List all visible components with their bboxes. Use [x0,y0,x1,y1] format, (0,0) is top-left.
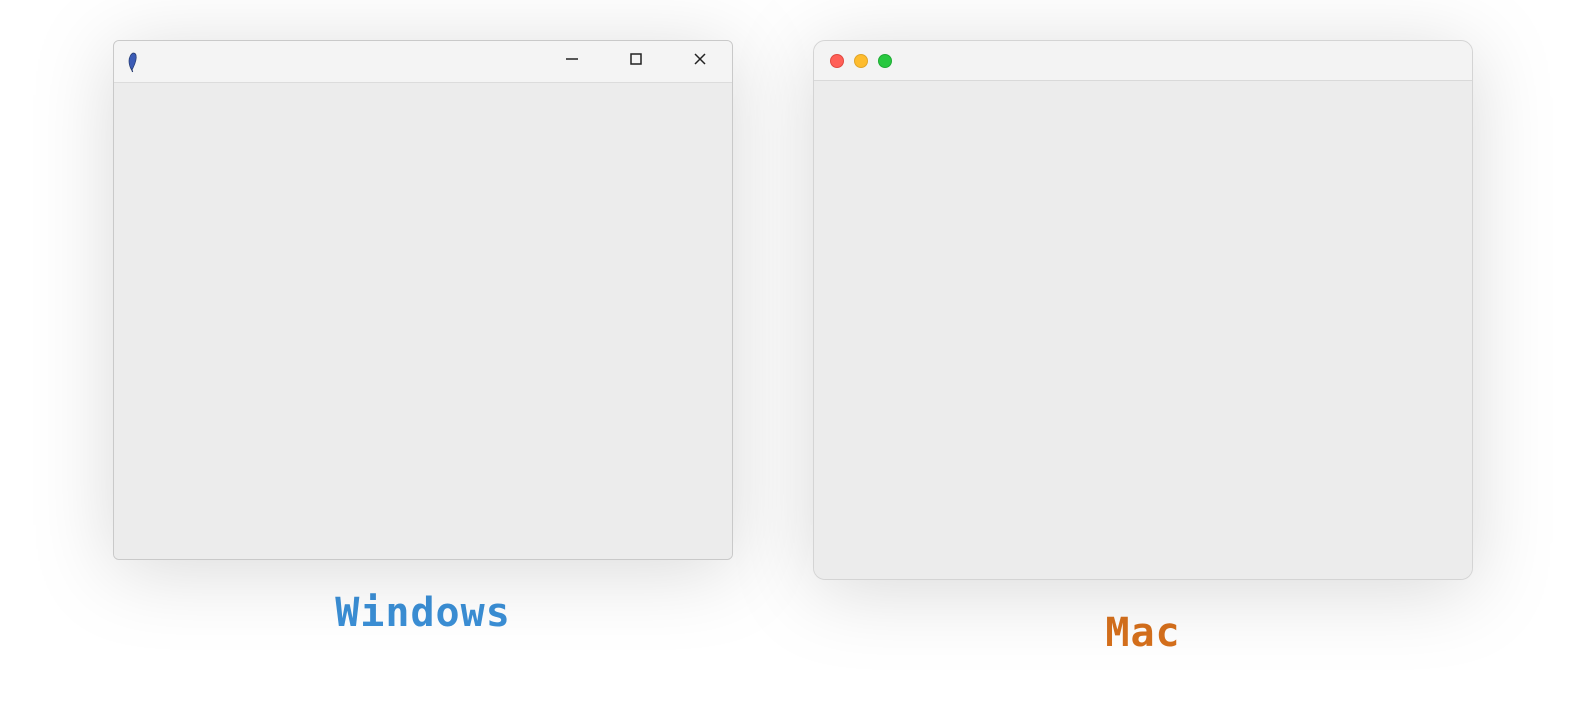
minimize-icon [565,52,579,71]
windows-window [113,40,733,560]
mac-close-button[interactable] [830,54,844,68]
windows-close-button[interactable] [668,41,732,82]
feather-icon [124,50,142,74]
mac-window [813,40,1473,580]
mac-zoom-button[interactable] [878,54,892,68]
close-icon [693,52,707,71]
mac-caption: Mac [1099,610,1186,656]
mac-window-content [814,81,1472,579]
mac-example: Mac [813,40,1473,656]
windows-window-wrap [113,40,733,560]
windows-example: Windows [113,40,733,636]
windows-titlebar[interactable] [114,41,732,83]
windows-caption: Windows [335,590,511,636]
mac-minimize-button[interactable] [854,54,868,68]
windows-window-controls [540,41,732,82]
mac-titlebar[interactable] [814,41,1472,81]
windows-minimize-button[interactable] [540,41,604,82]
mac-window-wrap [813,40,1473,580]
windows-maximize-button[interactable] [604,41,668,82]
windows-window-content [114,83,732,559]
mac-traffic-lights [830,54,892,68]
maximize-icon [629,52,643,71]
